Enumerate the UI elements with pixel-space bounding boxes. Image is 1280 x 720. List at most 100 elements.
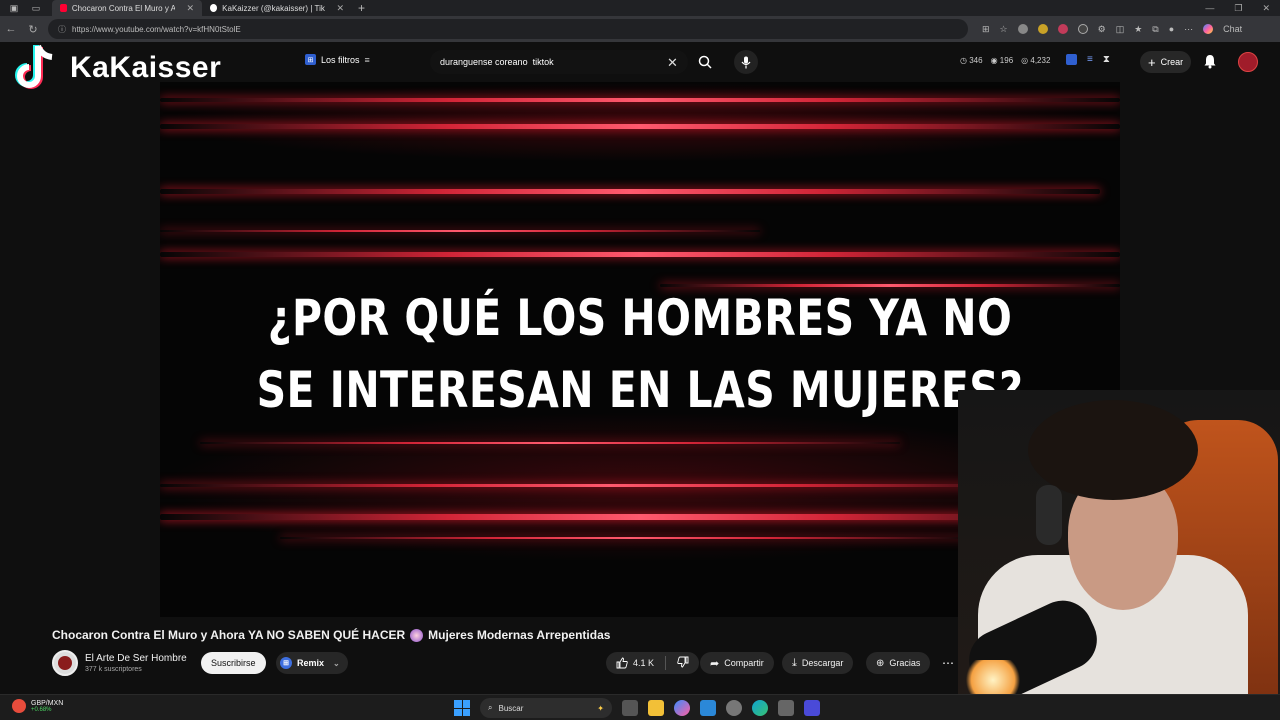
window-controls: — ❐ ✕ <box>1205 0 1280 16</box>
new-tab-icon[interactable]: + <box>358 1 365 15</box>
screen: ▣ ▭ Chocaron Contra El Muro y Ahora ✕ Ka… <box>0 0 1280 720</box>
headline-line: ¿POR QUÉ LOS HOMBRES YA NO <box>267 289 1013 347</box>
emoji-icon <box>410 628 424 642</box>
list-icon[interactable]: ≡ <box>1087 54 1093 65</box>
share-icon: ➦ <box>710 657 720 670</box>
task-view-icon[interactable] <box>622 700 638 716</box>
info-icon[interactable]: ⓘ <box>58 24 66 35</box>
remix-button[interactable]: ⊞ Remix ⌄ <box>276 652 348 674</box>
clear-search-icon[interactable]: ✕ <box>667 55 678 71</box>
windows-taskbar: GBP/MXN +0.68% ⌕ Buscar ✦ <box>0 694 1280 720</box>
share-label: Compartir <box>724 658 764 668</box>
create-button[interactable]: + Crear <box>1140 51 1192 73</box>
camera-icon[interactable] <box>778 700 794 716</box>
extension-blue-icon[interactable] <box>1066 54 1077 65</box>
currency-widget[interactable]: GBP/MXN +0.68% <box>12 699 63 713</box>
workspaces-icon[interactable]: ▣ <box>6 0 22 16</box>
currency-pair: GBP/MXN <box>31 699 64 707</box>
share-button[interactable]: ➦ Compartir <box>700 652 774 674</box>
account-avatar[interactable] <box>1238 52 1258 72</box>
split-screen-icon[interactable]: ◫ <box>1116 24 1125 35</box>
download-icon: ⤓ <box>792 656 797 669</box>
close-tab-icon[interactable]: ✕ <box>336 3 344 14</box>
copilot-icon[interactable] <box>1203 24 1214 34</box>
remix-icon: ⊞ <box>280 657 292 669</box>
browser-tab-bar: ▣ ▭ Chocaron Contra El Muro y Ahora ✕ Ka… <box>0 0 1280 16</box>
favorite-star-icon[interactable]: ☆ <box>1000 24 1008 35</box>
channel-avatar[interactable] <box>52 650 78 676</box>
search-icon: ⌕ <box>488 703 493 712</box>
close-tab-icon[interactable]: ✕ <box>186 3 194 14</box>
notifications-button[interactable] <box>1203 54 1217 74</box>
header-extension-icons: ≡ ⧗ <box>1066 54 1110 65</box>
extension-icon[interactable] <box>1057 24 1068 34</box>
url-field[interactable]: ⓘ https://www.youtube.com/watch?v=kfHN0t… <box>48 19 968 39</box>
light-streak <box>280 537 980 539</box>
like-button[interactable]: 4.1 K <box>616 657 654 669</box>
channel-row: El Arte De Ser Hombre 377 k suscriptores <box>52 649 187 677</box>
settings-icon[interactable] <box>726 700 742 716</box>
file-explorer-icon[interactable] <box>648 700 664 716</box>
thumbs-up-icon <box>616 657 628 669</box>
taskbar-search[interactable]: ⌕ Buscar ✦ <box>480 698 612 718</box>
thanks-button[interactable]: ⊕ Gracias <box>866 652 931 674</box>
subscribe-button[interactable]: Suscribirse <box>201 652 266 674</box>
light-streak <box>160 252 1120 257</box>
super-thanks-icon: ⊕ <box>876 657 885 669</box>
hourglass-icon[interactable]: ⧗ <box>1103 54 1110 65</box>
extension-icon[interactable] <box>1017 24 1028 34</box>
webcam-overlay <box>958 390 1280 720</box>
light-streak <box>160 98 1120 102</box>
restore-icon[interactable]: ❐ <box>1234 3 1242 14</box>
address-bar-row: ← ↻ ⓘ https://www.youtube.com/watch?v=kf… <box>0 16 1280 42</box>
thanks-label: Gracias <box>889 658 921 668</box>
profile-icon[interactable]: ● <box>1169 24 1174 34</box>
edge-icon[interactable] <box>752 700 768 716</box>
store-icon[interactable] <box>700 700 716 716</box>
channel-info: El Arte De Ser Hombre 377 k suscriptores <box>85 653 187 673</box>
tab-tiktok[interactable]: KaKaizzer (@kakaisser) | TikTok ✕ <box>202 0 352 16</box>
thumbs-down-icon <box>677 656 689 668</box>
plus-icon: + <box>1148 54 1156 70</box>
extension-icon[interactable] <box>1037 24 1048 34</box>
search-icon <box>698 55 712 69</box>
download-button[interactable]: ⤓ Descargar <box>782 652 854 674</box>
close-window-icon[interactable]: ✕ <box>1262 3 1270 14</box>
extensions-puzzle-icon[interactable]: ⚙ <box>1098 24 1106 35</box>
tab-youtube[interactable]: Chocaron Contra El Muro y Ahora ✕ <box>52 0 202 16</box>
reload-icon[interactable]: ↻ <box>22 23 44 36</box>
video-title-text: Mujeres Modernas Arrepentidas <box>428 628 611 642</box>
headline-line: SE INTERESAN EN LAS MUJERES? <box>256 361 1024 419</box>
menu-dots-icon[interactable]: ⋯ <box>1184 24 1193 35</box>
filters-button[interactable]: ⊞ Los filtros ≡ <box>305 54 370 65</box>
tab-actions-icon[interactable]: ▭ <box>28 0 44 16</box>
windows-start-icon[interactable] <box>454 700 470 716</box>
video-title-text: Chocaron Contra El Muro y Ahora YA NO SA… <box>52 628 406 642</box>
search-input[interactable] <box>440 57 660 67</box>
extension-icon[interactable] <box>1077 24 1088 34</box>
light-streak <box>200 442 900 444</box>
voice-search-button[interactable] <box>734 50 758 74</box>
collections-icon[interactable]: ⧉ <box>1152 24 1158 35</box>
obs-app-icon[interactable] <box>804 700 820 716</box>
currency-flag-icon <box>12 699 26 713</box>
back-icon[interactable]: ← <box>0 23 22 35</box>
app-available-icon[interactable]: ⊞ <box>982 24 990 35</box>
extensions-area: ⊞ ☆ ⚙ ◫ ★ ⧉ ● ⋯ Chat <box>982 24 1242 35</box>
eye-icon: ◉ <box>990 56 998 65</box>
copilot-taskbar-icon[interactable] <box>674 700 690 716</box>
microphone-icon <box>741 56 751 68</box>
taskbar-search-label: Buscar <box>498 703 524 713</box>
search-button[interactable] <box>692 50 718 74</box>
light-streak <box>160 230 760 232</box>
views-icon: ◎ <box>1021 56 1029 65</box>
chat-label[interactable]: Chat <box>1223 24 1242 34</box>
favorites-icon[interactable]: ★ <box>1134 24 1142 35</box>
channel-name[interactable]: El Arte De Ser Hombre <box>85 653 187 664</box>
tab-title: Chocaron Contra El Muro y Ahora <box>71 3 176 13</box>
more-actions-icon[interactable]: ⋯ <box>938 652 958 674</box>
dislike-button[interactable] <box>677 656 689 670</box>
search-box <box>430 50 688 74</box>
minimize-icon[interactable]: — <box>1205 3 1214 13</box>
divider <box>665 656 667 670</box>
